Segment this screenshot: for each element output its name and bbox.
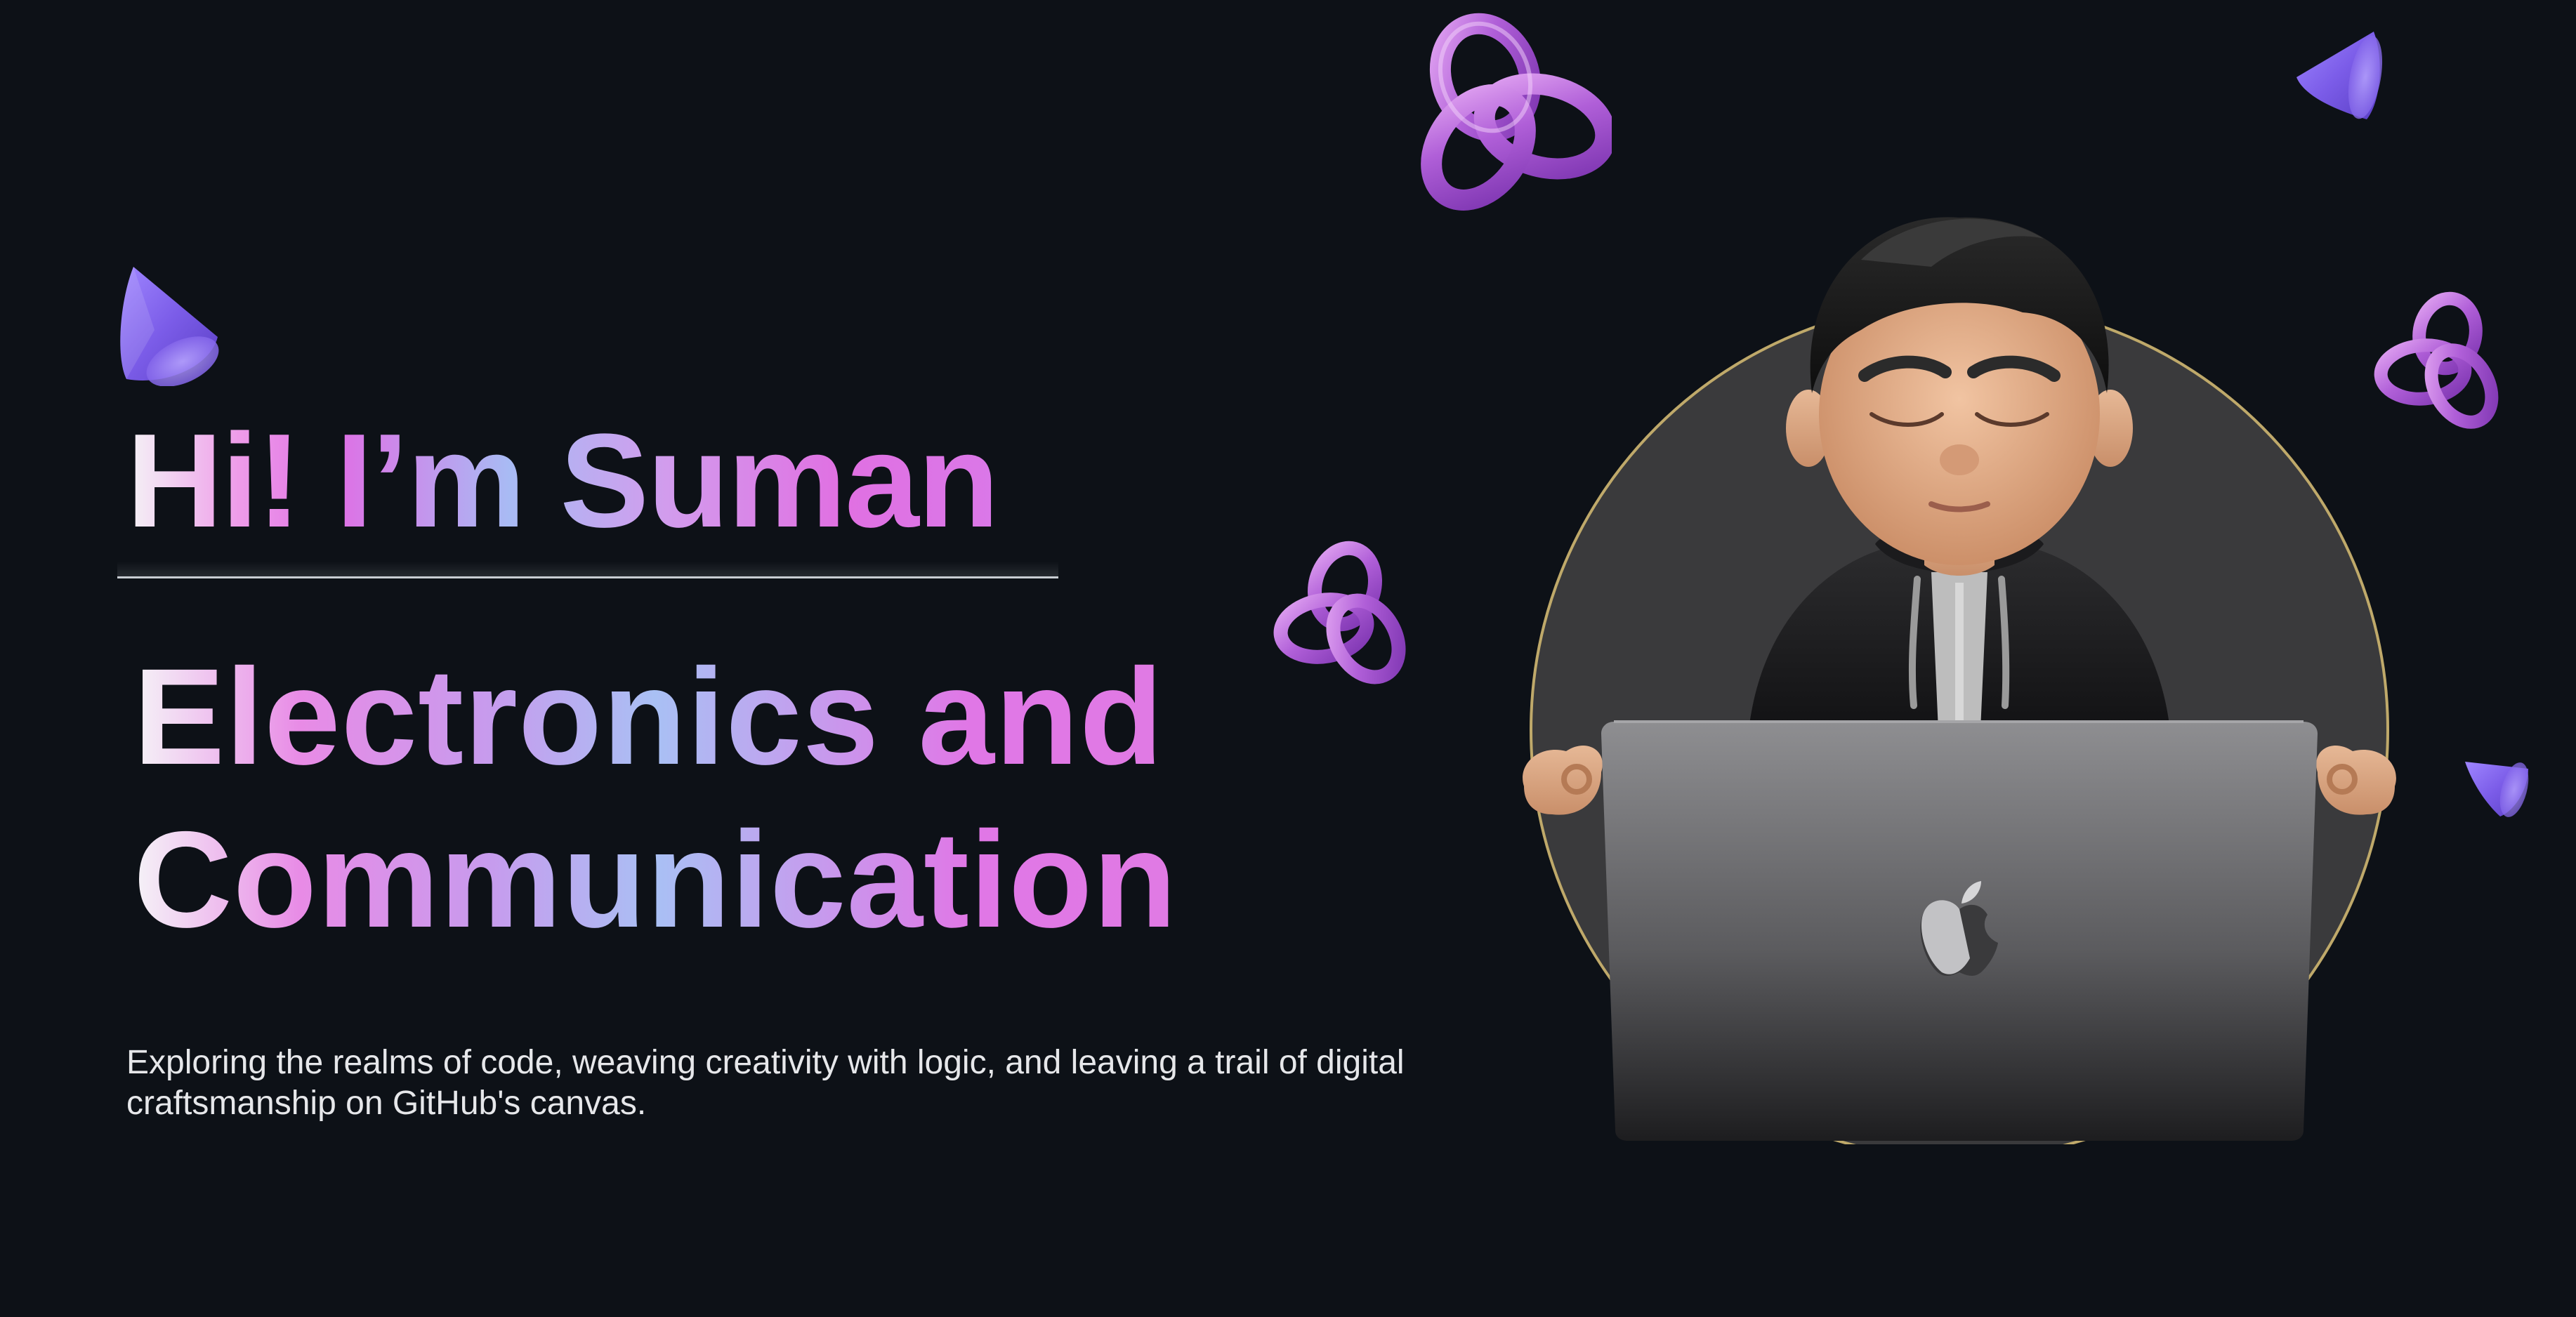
trefoil-knot-icon (1271, 541, 1412, 688)
hero-greeting: Hi! I’m Suman (126, 406, 999, 555)
hero-title-line-1: Electronics and (133, 640, 1164, 793)
hero-page: Hi! I’m Suman Electronics and Communicat… (0, 0, 2576, 1317)
hero-description: Exploring the realms of code, weaving cr… (126, 1044, 1405, 1122)
cone-shape-icon (2462, 755, 2532, 821)
memoji-avatar-with-laptop (1510, 190, 2409, 1144)
hero-section: Hi! I’m Suman Electronics and Communicat… (0, 0, 1440, 1317)
greeting-divider (117, 562, 1058, 578)
hero-title-line-2: Communication (133, 803, 1178, 956)
hero-title: Electronics and Communication (133, 635, 1177, 961)
cone-shape-icon (2289, 25, 2388, 123)
cone-shape-icon (112, 260, 225, 386)
